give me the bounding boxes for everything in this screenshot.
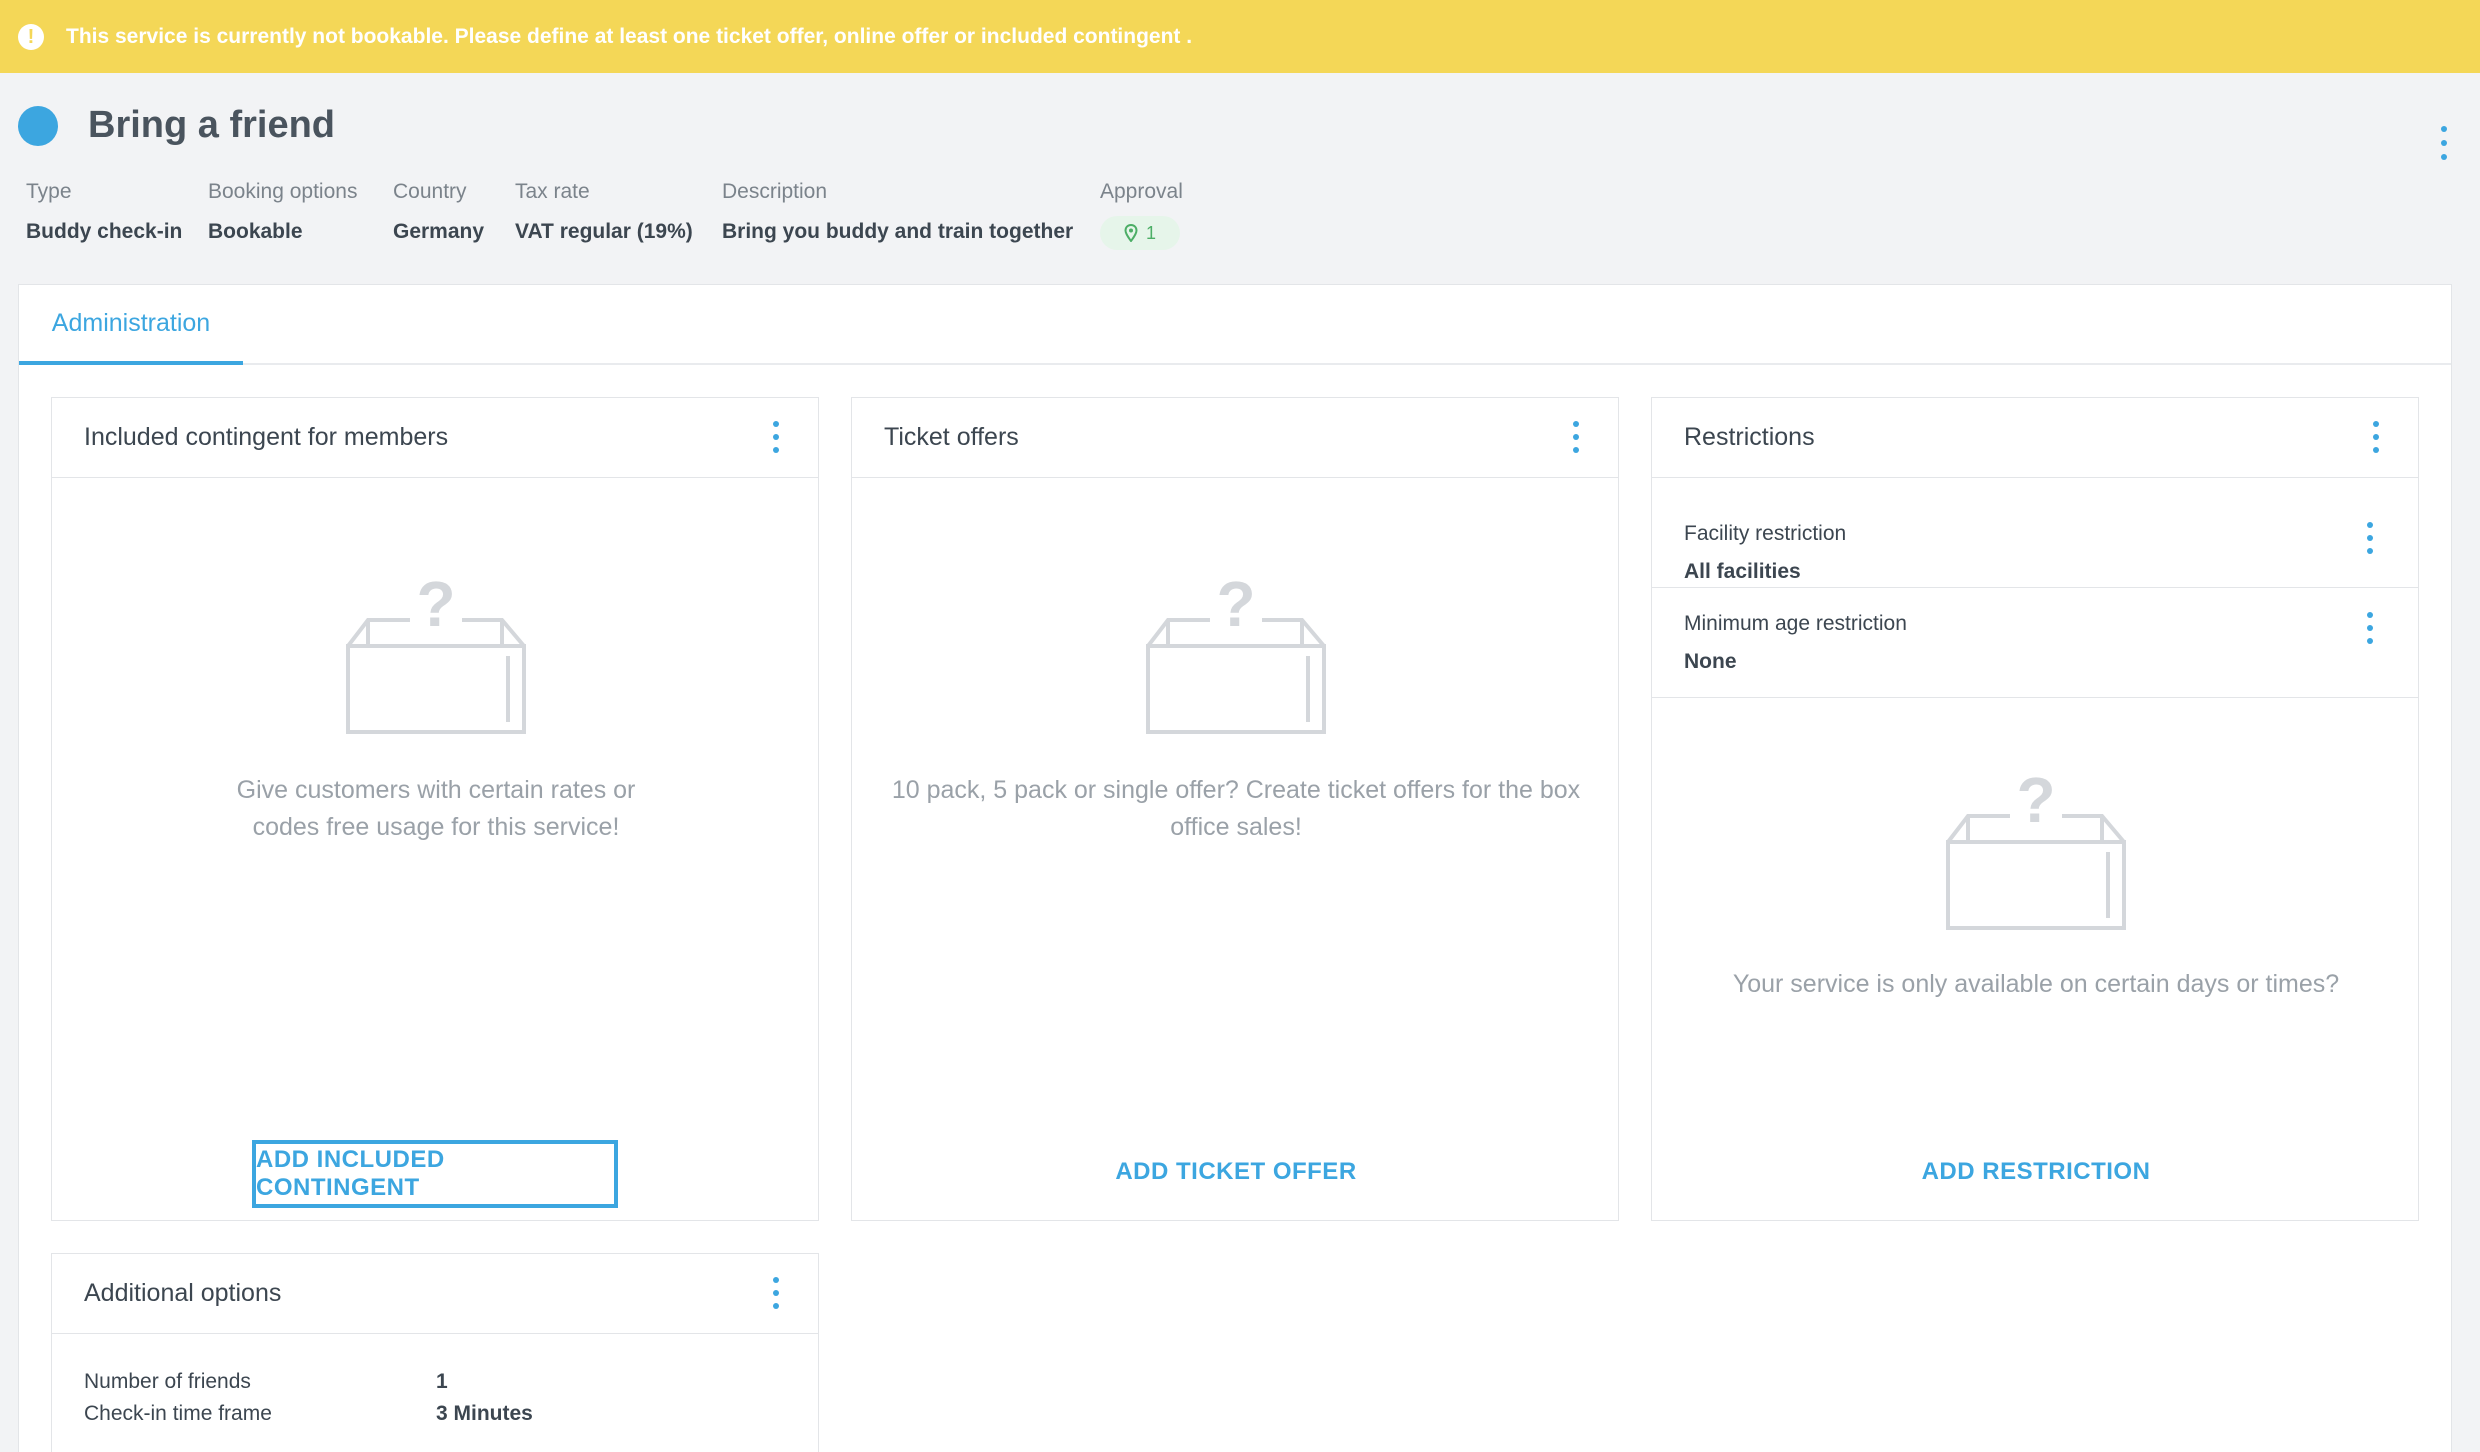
page-header: Bring a friend	[18, 104, 335, 147]
empty-text: Your service is only available on certai…	[1732, 970, 2340, 998]
meta-type: Type Buddy check-in	[26, 180, 183, 243]
restriction-row-min-age: Minimum age restriction None	[1652, 588, 2418, 698]
tab-bar: Administration	[19, 285, 2451, 365]
warning-banner: ! This service is currently not bookable…	[0, 0, 2480, 73]
empty-box-icon: ?	[1146, 574, 1326, 734]
empty-box-icon: ?	[346, 574, 526, 734]
option-label: Number of friends	[84, 1370, 251, 1393]
card-menu-icon[interactable]	[1570, 421, 1582, 453]
banner-message: This service is currently not bookable. …	[66, 24, 1193, 48]
add-included-contingent-button[interactable]: ADD INCLUDED CONTINGENT	[252, 1140, 618, 1208]
page-title: Bring a friend	[88, 104, 336, 146]
exclamation-icon: !	[18, 23, 44, 50]
card-title: Additional options	[52, 1254, 818, 1334]
card-ticket-offers: Ticket offers ? 10 pack, 5 pack or singl…	[851, 397, 1619, 1221]
meta-approval: Approval 1	[1100, 180, 1183, 250]
approval-count: 1	[1145, 222, 1156, 243]
restriction-menu-icon[interactable]	[2364, 612, 2376, 644]
card-menu-icon[interactable]	[770, 1277, 782, 1309]
card-title: Restrictions	[1652, 398, 2418, 478]
card-additional-options: Additional options Number of friends 1 C…	[51, 1253, 819, 1452]
tab-administration[interactable]: Administration	[19, 285, 243, 365]
approval-badge[interactable]: 1	[1100, 216, 1180, 250]
location-pin-icon	[1124, 224, 1138, 242]
svg-text:?: ?	[1216, 574, 1255, 640]
empty-text: 10 pack, 5 pack or single offer? Create …	[891, 776, 1581, 841]
card-menu-icon[interactable]	[770, 421, 782, 453]
more-options-icon[interactable]	[2436, 126, 2452, 160]
svg-text:?: ?	[2016, 770, 2055, 836]
card-restrictions: Restrictions Facility restriction All fa…	[1651, 397, 2419, 1221]
meta-booking-options: Booking options Bookable	[208, 180, 358, 243]
card-title: Ticket offers	[852, 398, 1618, 478]
card-menu-icon[interactable]	[2370, 421, 2382, 453]
option-value: 3 Minutes	[436, 1402, 533, 1425]
card-title: Included contingent for members	[52, 398, 818, 478]
main-panel: Administration Included contingent for m…	[18, 284, 2452, 1452]
option-label: Check-in time frame	[84, 1402, 272, 1425]
svg-text:?: ?	[416, 574, 455, 640]
meta-description: Description Bring you buddy and train to…	[722, 180, 1074, 243]
empty-box-icon: ?	[1946, 770, 2126, 930]
card-included-contingent: Included contingent for members ? Give c…	[51, 397, 819, 1221]
restriction-row-facility: Facility restriction All facilities	[1652, 478, 2418, 588]
empty-text: Give customers with certain rates or cod…	[236, 776, 636, 841]
status-dot	[18, 105, 58, 146]
meta-country: Country Germany	[393, 180, 485, 243]
add-ticket-offer-button[interactable]: ADD TICKET OFFER	[852, 1158, 1620, 1186]
meta-tax-rate: Tax rate VAT regular (19%)	[515, 180, 693, 243]
add-restriction-button[interactable]: ADD RESTRICTION	[1652, 1158, 2420, 1186]
option-value: 1	[436, 1370, 448, 1393]
restriction-menu-icon[interactable]	[2364, 522, 2376, 554]
